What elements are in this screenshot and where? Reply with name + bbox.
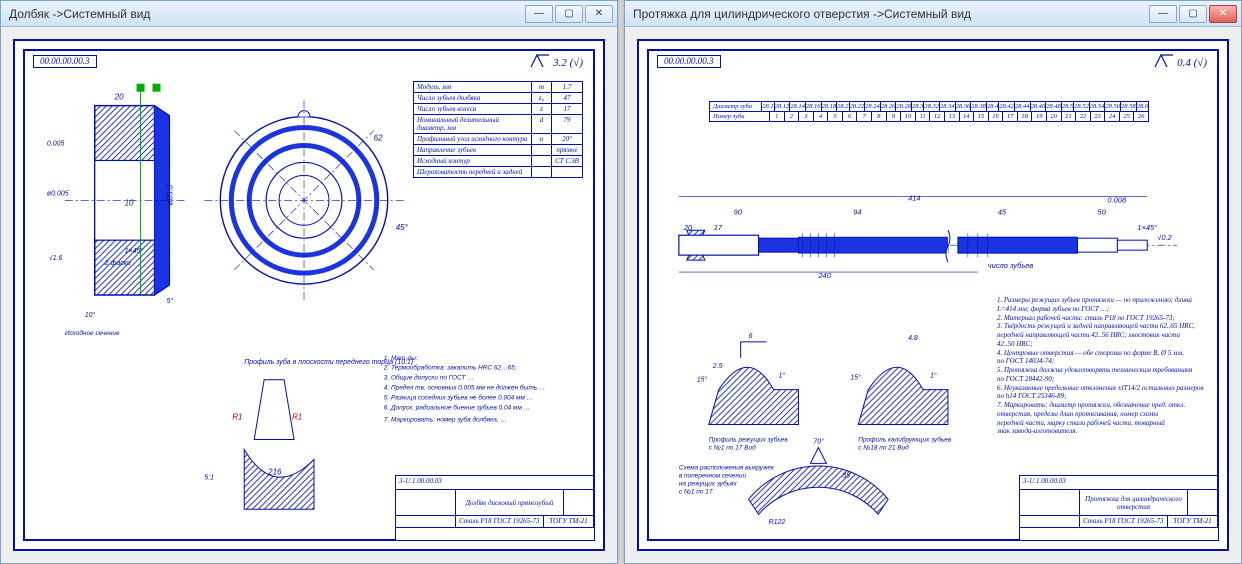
- svg-text:45: 45: [998, 207, 1007, 216]
- svg-text:на режущих зубьях: на режущих зубьях: [679, 479, 738, 487]
- svg-text:62: 62: [374, 134, 383, 143]
- svg-text:94: 94: [853, 207, 861, 216]
- svg-text:1°: 1°: [779, 372, 786, 380]
- drawing-graphics: 20 0.005 ø0.005 √1.6 10 ø85.3 1×45° 2 фа…: [15, 41, 603, 549]
- window-buttons: — ▢ ✕: [525, 5, 613, 23]
- svg-text:3. Общие допуски по ГОСТ …: 3. Общие допуски по ГОСТ …: [384, 374, 474, 382]
- svg-text:7. Маркировать: номер зуба дол: 7. Маркировать: номер зуба долбяка, …: [384, 416, 507, 424]
- svg-text:5. Разница соседних зубьев не: 5. Разница соседних зубьев не более 0.00…: [384, 394, 533, 402]
- window-protyazhka: Протяжка для цилиндрического отверстия -…: [624, 0, 1242, 564]
- svg-text:2 фаски: 2 фаски: [104, 260, 131, 267]
- svg-text:1. Мат-лы:: 1. Мат-лы:: [384, 355, 418, 362]
- svg-text:20: 20: [683, 223, 693, 232]
- svg-text:50: 50: [1097, 207, 1106, 216]
- svg-text:в поперечном сечении: в поперечном сечении: [679, 472, 747, 479]
- maximize-button[interactable]: ▢: [555, 5, 583, 23]
- svg-text:4.8: 4.8: [908, 335, 918, 342]
- drawing-sheet: 00.00.00.00.3 0.4 (√) Диаметр зуба 28.12…: [637, 39, 1229, 551]
- svg-text:70°: 70°: [813, 437, 824, 445]
- svg-text:число зубьев: число зубьев: [988, 261, 1034, 270]
- svg-text:с №1 по 17: с №1 по 17: [679, 488, 713, 495]
- svg-text:6. Допуск. радиальное биение з: 6. Допуск. радиальное биение зубьев 0.04…: [384, 404, 530, 412]
- svg-text:5°: 5°: [166, 297, 173, 305]
- svg-text:414: 414: [908, 193, 920, 202]
- svg-text:1°: 1°: [930, 372, 937, 380]
- close-button[interactable]: ✕: [1209, 5, 1237, 23]
- svg-text:√0.2: √0.2: [1157, 233, 1172, 242]
- svg-text:10°: 10°: [85, 311, 96, 319]
- svg-text:ø85.3: ø85.3: [165, 184, 174, 205]
- svg-text:5:1: 5:1: [204, 474, 214, 481]
- svg-text:35: 35: [842, 472, 850, 479]
- titlebar[interactable]: Протяжка для цилиндрического отверстия -…: [625, 1, 1241, 27]
- svg-text:2.5: 2.5: [712, 363, 723, 370]
- svg-text:R1: R1: [292, 413, 302, 422]
- svg-text:6: 6: [749, 333, 753, 340]
- svg-text:0.008: 0.008: [1107, 195, 1127, 204]
- svg-text:1×45°: 1×45°: [125, 247, 144, 255]
- svg-text:R1: R1: [232, 413, 242, 422]
- svg-text:2. Термообработка: закалить HR: 2. Термообработка: закалить HRC 62…65;: [383, 364, 517, 372]
- svg-text:90: 90: [734, 207, 743, 216]
- svg-text:1×45°: 1×45°: [1137, 223, 1157, 232]
- svg-text:Профиль режущих зубьев: Профиль режущих зубьев: [709, 436, 789, 444]
- drawing-canvas[interactable]: 00.00.00.00.3 0.4 (√) Диаметр зуба 28.12…: [625, 27, 1241, 563]
- drawing-graphics: 414 90 94 45 50 20 17 240 1×45° 0.008 √0.2 ч…: [639, 41, 1227, 549]
- svg-text:15°: 15°: [850, 374, 861, 382]
- minimize-button[interactable]: —: [525, 5, 553, 23]
- svg-text:Профиль калибрующих зубьев: Профиль калибрующих зубьев: [858, 436, 952, 444]
- svg-text:R122: R122: [769, 519, 786, 526]
- svg-text:ø0.005: ø0.005: [47, 190, 69, 197]
- svg-text:Исходное сечение: Исходное сечение: [65, 329, 120, 337]
- svg-text:4. Предел тв. основных 0.005 м: 4. Предел тв. основных 0.005 мм не долже…: [384, 384, 546, 392]
- drawing-sheet: 00.00.00.00.3 3.2 (√) Модуль, ммm1.7 Чис…: [13, 39, 605, 551]
- svg-text:17: 17: [714, 223, 723, 232]
- maximize-button[interactable]: ▢: [1179, 5, 1207, 23]
- svg-text:20: 20: [114, 93, 124, 102]
- svg-text:10: 10: [125, 198, 134, 207]
- window-title: Долбяк ->Системный вид: [9, 7, 525, 21]
- minimize-button[interactable]: —: [1149, 5, 1177, 23]
- svg-text:45°: 45°: [396, 223, 408, 232]
- window-dolbyak: Долбяк ->Системный вид — ▢ ✕ 00.00.00.00…: [0, 0, 618, 564]
- titlebar[interactable]: Долбяк ->Системный вид — ▢ ✕: [1, 1, 617, 27]
- window-title: Протяжка для цилиндрического отверстия -…: [633, 7, 1149, 21]
- svg-text:с №18 по 21 Вид: с №18 по 21 Вид: [858, 443, 909, 451]
- window-buttons: — ▢ ✕: [1149, 5, 1237, 23]
- svg-text:216: 216: [267, 467, 282, 476]
- svg-text:Схема расположения выкружек: Схема расположения выкружек: [679, 464, 775, 471]
- close-button[interactable]: ✕: [585, 5, 613, 23]
- svg-text:0.005: 0.005: [47, 141, 65, 148]
- svg-text:с №1 по 17 Вид: с №1 по 17 Вид: [709, 443, 756, 451]
- drawing-canvas[interactable]: 00.00.00.00.3 3.2 (√) Модуль, ммm1.7 Чис…: [1, 27, 617, 563]
- svg-text:15°: 15°: [697, 376, 708, 384]
- svg-text:√1.6: √1.6: [49, 254, 63, 262]
- svg-text:240: 240: [817, 271, 831, 280]
